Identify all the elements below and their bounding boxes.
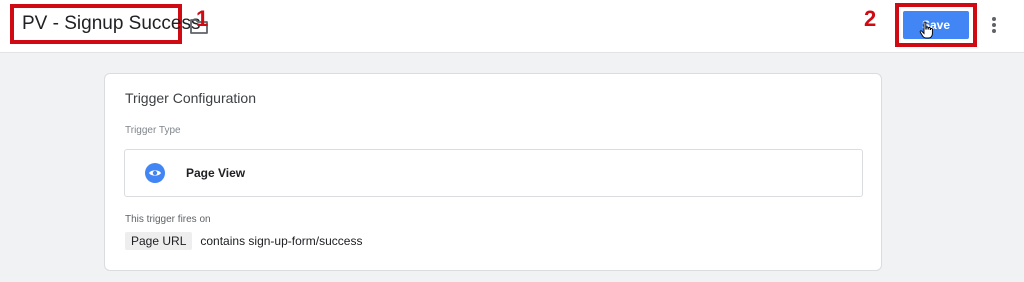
save-highlight-frame: Save [895,3,977,47]
header-bar: PV - Signup Success 1 2 Save [0,0,1024,53]
tag-name-text: PV - Signup Success [22,13,201,34]
condition-variable-chip: Page URL [125,232,193,250]
trigger-type-selector[interactable]: Page View [124,149,863,197]
trigger-configuration-card: Trigger Configuration Trigger Type Page … [104,73,882,271]
trigger-condition: Page URL contains sign-up-form/success [125,232,362,250]
tag-name-input[interactable]: PV - Signup Success [10,4,200,44]
more-vert-icon[interactable] [987,14,1001,36]
hand-cursor-icon [919,21,933,39]
card-title: Trigger Configuration [125,90,256,106]
more-dot [992,23,996,27]
save-button[interactable]: Save [903,11,969,39]
more-dot [992,17,996,21]
condition-text: contains sign-up-form/success [200,234,363,248]
eye-icon [145,163,165,183]
fires-on-label: This trigger fires on [125,214,211,225]
annotation-number-2: 2 [864,6,877,31]
annotation-number-1: 1 [196,6,209,31]
trigger-type-label: Trigger Type [125,125,181,136]
trigger-type-value: Page View [186,166,246,180]
more-dot [992,29,996,33]
